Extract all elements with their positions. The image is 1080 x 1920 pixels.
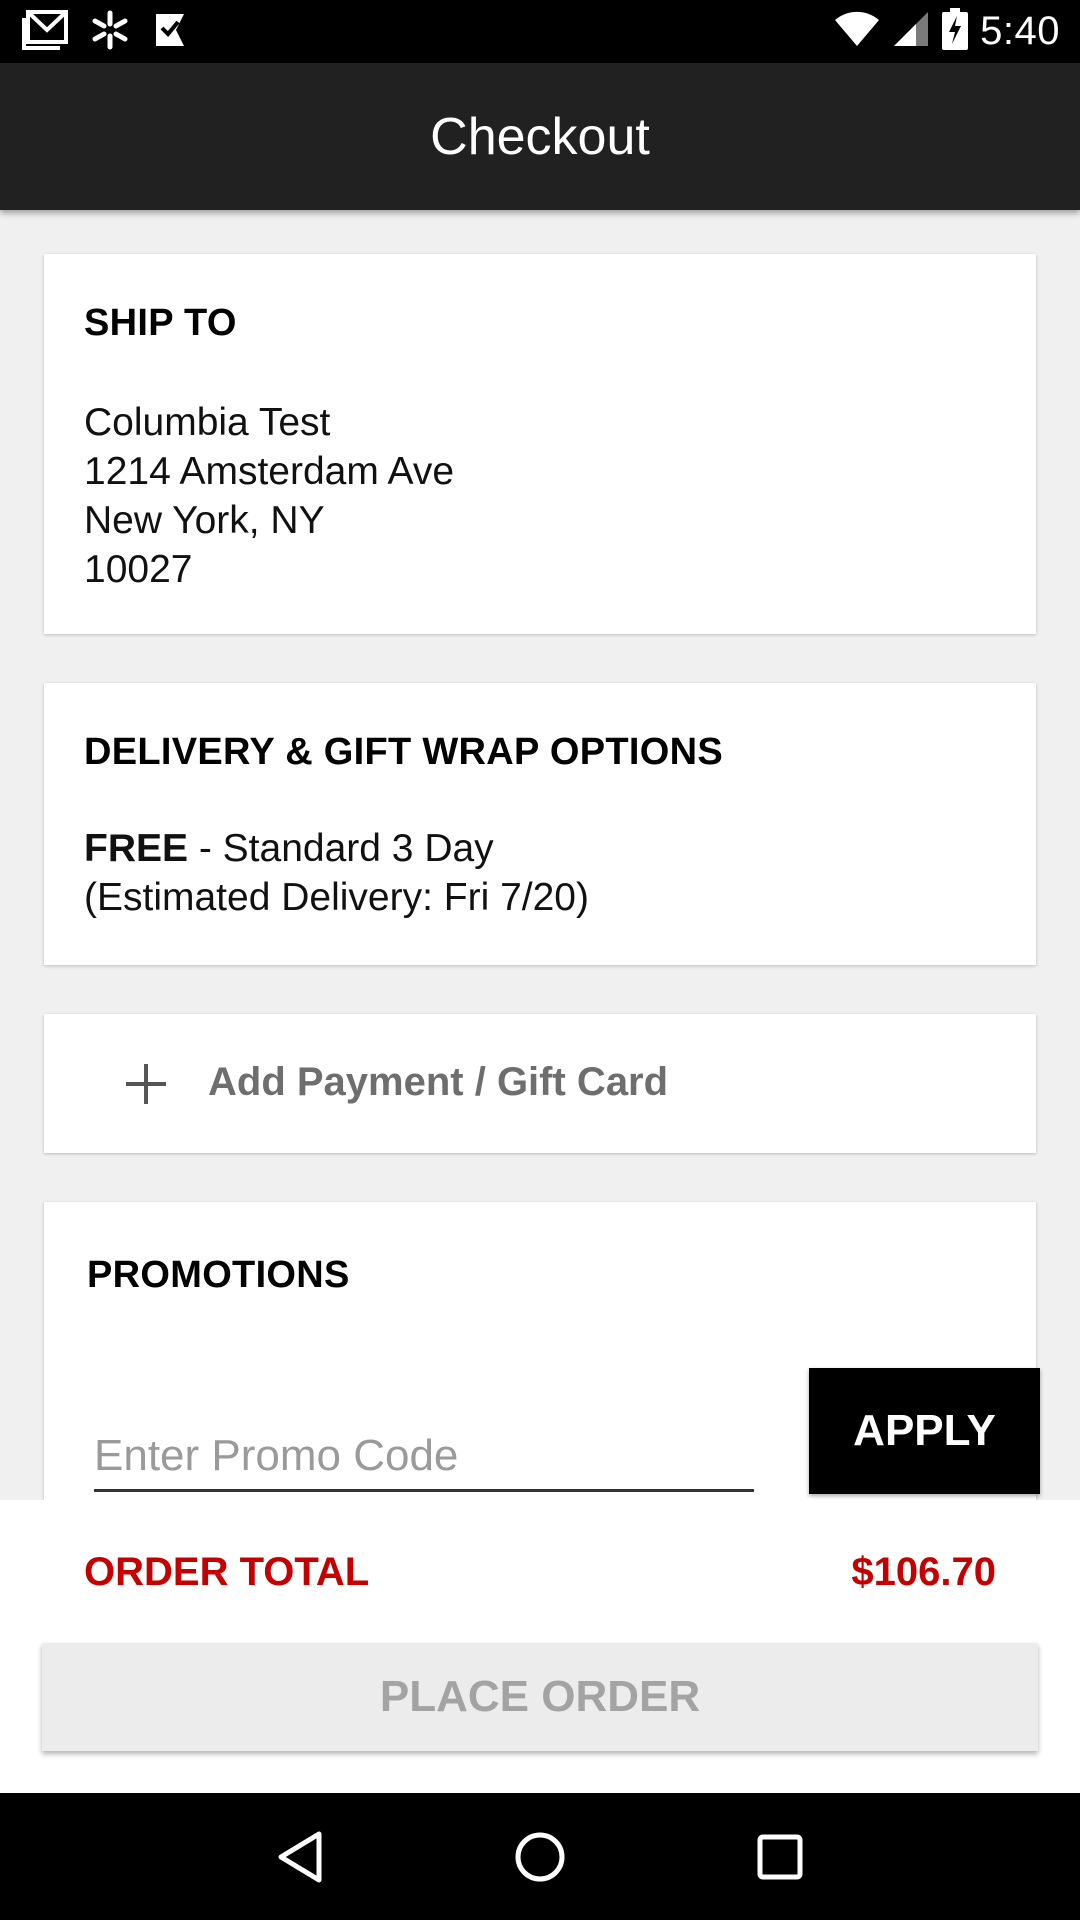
delivery-method-line: FREE - Standard 3 Day [84,824,589,873]
gmail-icon [22,9,68,55]
add-payment-button[interactable]: Add Payment / Gift Card [44,1014,1036,1153]
promotions-card: PROMOTIONS APPLY [44,1202,1040,1532]
delivery-estimate: (Estimated Delivery: Fri 7/20) [84,876,589,919]
address-street: 1214 Amsterdam Ave [84,450,455,493]
system-nav-bar [0,1793,1080,1920]
order-total-value: $106.70 [851,1550,996,1594]
ship-to-heading: SHIP TO [84,302,237,344]
page-title: Checkout [430,107,650,166]
back-icon[interactable] [260,1817,340,1897]
apply-button[interactable]: APPLY [809,1368,1040,1494]
status-bar: 5:40 [0,0,1080,63]
delivery-options-card[interactable]: DELIVERY & GIFT WRAP OPTIONS FREE - Stan… [44,683,1036,965]
notification-icons [22,9,188,55]
cell-signal-icon [892,10,930,53]
walmart-spark-icon [90,10,130,55]
plus-icon [126,1064,166,1104]
clock-text: 5:40 [980,8,1060,53]
battery-charging-icon [942,7,969,55]
delivery-price: FREE [84,827,189,870]
system-icons: 5:40 [834,7,1060,55]
checkbox-flag-icon [152,10,188,55]
promo-code-input[interactable] [94,1422,754,1492]
ship-to-card[interactable]: SHIP TO Columbia Test 1214 Amsterdam Ave… [44,254,1036,634]
place-order-button[interactable]: PLACE ORDER [42,1643,1038,1751]
address-name: Columbia Test [84,401,331,444]
order-summary: ORDER TOTAL $106.70 PLACE ORDER [0,1500,1080,1793]
promotions-heading: PROMOTIONS [87,1254,350,1296]
address-zip: 10027 [84,548,193,591]
address-city-state: New York, NY [84,499,325,542]
app-bar: Checkout [0,63,1080,210]
shipping-address: Columbia Test 1214 Amsterdam Ave New Yor… [84,398,454,594]
wifi-icon [834,10,880,53]
add-payment-label: Add Payment / Gift Card [208,1060,669,1104]
order-total-label: ORDER TOTAL [84,1550,370,1594]
delivery-heading: DELIVERY & GIFT WRAP OPTIONS [84,731,723,773]
home-icon[interactable] [500,1817,580,1897]
delivery-method: - Standard 3 Day [188,827,494,870]
recents-icon[interactable] [740,1817,820,1897]
delivery-details: FREE - Standard 3 Day (Estimated Deliver… [84,824,589,922]
